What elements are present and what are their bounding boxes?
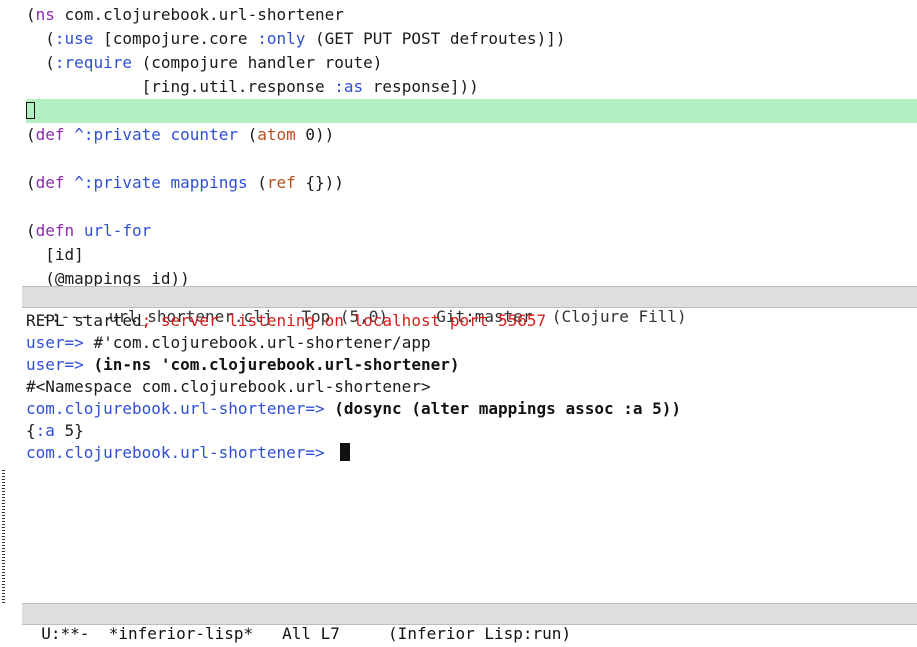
code-token: (	[26, 53, 55, 72]
repl-token: user=>	[26, 333, 94, 352]
code-token: defn	[35, 221, 75, 240]
code-token: atom	[257, 125, 296, 144]
code-token: response]))	[363, 77, 479, 96]
repl-token: {	[26, 421, 36, 440]
code-token: com.clojurebook.url-shortener	[54, 5, 344, 24]
code-token: counter	[170, 125, 238, 144]
code-token: [compojure.core	[93, 29, 258, 48]
repl-line: {:a 5}	[26, 420, 84, 442]
code-line: (def ^:private counter (atom 0))	[26, 124, 334, 146]
repl-token: 5}	[54, 421, 84, 440]
modeline-editor[interactable]: -:--- url_shortener.clj Top (5,0) Git:ma…	[22, 286, 917, 326]
code-token: (	[26, 221, 36, 240]
code-token: url-for	[83, 221, 152, 240]
repl-token: #'com.clojurebook.url-shortener/app	[93, 333, 431, 352]
code-token: ^:private	[74, 125, 161, 144]
code-token: :use	[54, 29, 94, 48]
repl-line: user=> #'com.clojurebook.url-shortener/a…	[26, 332, 431, 354]
text-cursor	[26, 102, 35, 119]
code-token: :only	[257, 29, 306, 48]
code-line: (:require (compojure handler route)	[26, 52, 382, 74]
code-token: (	[26, 5, 36, 24]
repl-line: user=> (in-ns 'com.clojurebook.url-short…	[26, 354, 459, 376]
code-line: (def ^:private mappings (ref {}))	[26, 172, 344, 194]
code-token: (GET PUT POST defroutes)])	[305, 29, 566, 48]
code-token: :as	[334, 77, 364, 96]
code-token: (	[26, 29, 55, 48]
code-token: def	[35, 173, 65, 192]
code-line: [ring.util.response :as response]))	[26, 76, 479, 98]
fringe-dots	[2, 470, 5, 604]
code-line: (:use [compojure.core :only (GET PUT POS…	[26, 28, 565, 50]
repl-token: ; server listening on localhost port 556…	[141, 311, 547, 330]
code-line: (ns com.clojurebook.url-shortener	[26, 4, 344, 26]
code-line	[26, 100, 35, 122]
code-token: [id]	[26, 245, 84, 264]
modeline-repl-text: U:**- *inferior-lisp* All L7 (Inferior L…	[41, 624, 572, 643]
code-token: {}))	[295, 173, 344, 192]
repl-line: REPL started; server listening on localh…	[26, 310, 546, 332]
code-token: (	[237, 125, 258, 144]
repl-cursor	[340, 443, 351, 461]
code-token: ref	[266, 173, 296, 192]
code-token: :require	[54, 53, 132, 72]
code-token: (	[247, 173, 267, 192]
modeline-repl[interactable]: U:**- *inferior-lisp* All L7 (Inferior L…	[22, 603, 917, 643]
code-token: [ring.util.response	[26, 77, 335, 96]
repl-token: com.clojurebook.url-shortener=>	[26, 399, 335, 418]
current-line-highlight	[26, 99, 917, 123]
code-token: ns	[35, 5, 55, 24]
repl-token: user=>	[26, 355, 94, 374]
code-line: (defn url-for	[26, 220, 151, 242]
code-line: [id]	[26, 244, 84, 266]
code-token: def	[35, 125, 65, 144]
repl-pane[interactable]: REPL started; server listening on localh…	[0, 308, 917, 604]
code-token: 0))	[295, 125, 335, 144]
code-token: (	[26, 173, 36, 192]
code-token: (compojure handler route)	[131, 53, 383, 72]
repl-line: com.clojurebook.url-shortener=>	[26, 442, 351, 464]
repl-line: #<Namespace com.clojurebook.url-shortene…	[26, 376, 431, 398]
code-token: mappings	[170, 173, 248, 192]
repl-token: (in-ns 'com.clojurebook.url-shortener)	[93, 355, 460, 374]
code-token: ^:private	[74, 173, 161, 192]
code-token: (	[26, 125, 36, 144]
repl-token: (dosync (alter mappings assoc :a 5))	[334, 399, 682, 418]
editor-pane[interactable]: (ns com.clojurebook.url-shortener (:use …	[0, 0, 917, 288]
repl-token: REPL started	[26, 311, 142, 330]
repl-token: com.clojurebook.url-shortener=>	[26, 443, 335, 462]
repl-line: com.clojurebook.url-shortener=> (dosync …	[26, 398, 681, 420]
repl-token: :a	[35, 421, 55, 440]
repl-token: #<Namespace com.clojurebook.url-shortene…	[26, 377, 431, 396]
